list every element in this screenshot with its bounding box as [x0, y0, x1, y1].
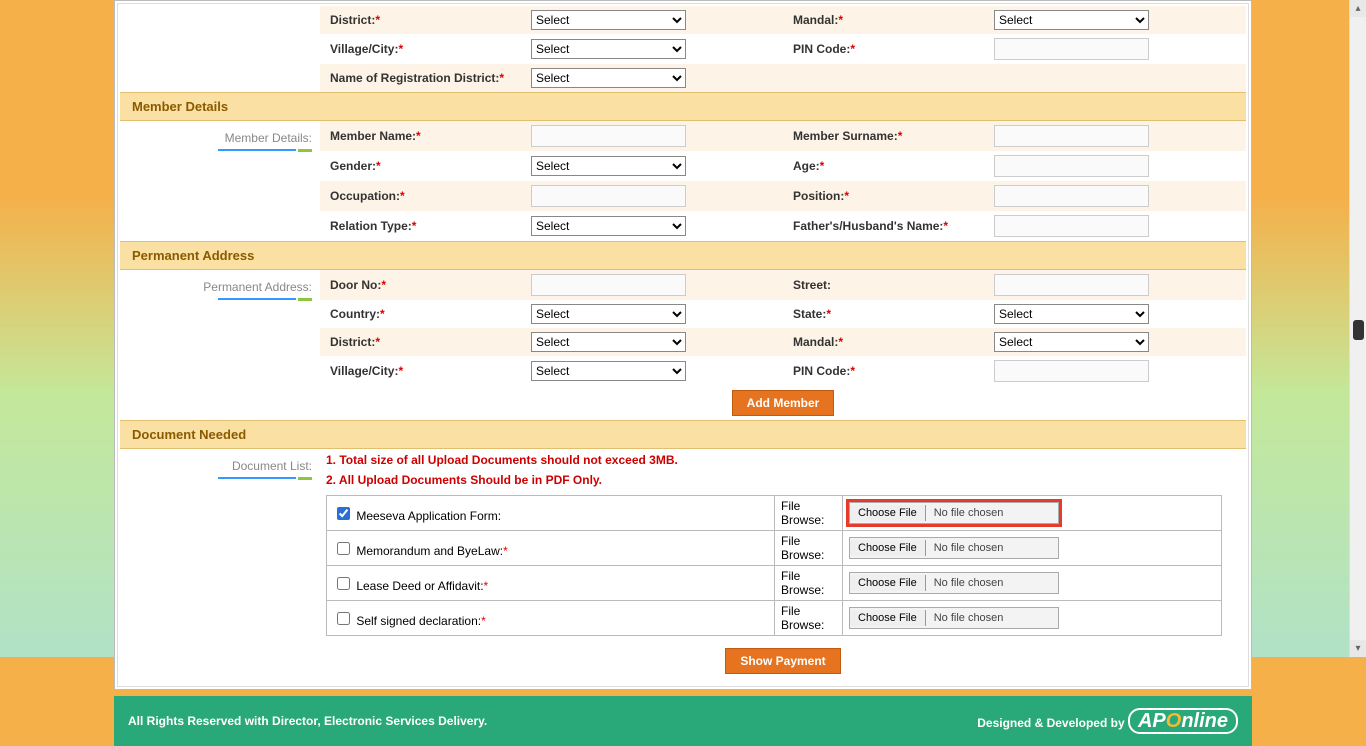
scroll-down-icon[interactable]: ▾: [1350, 640, 1366, 657]
input-occupation[interactable]: [531, 185, 686, 207]
no-file-text: No file chosen: [926, 540, 1012, 556]
select-gender[interactable]: Select: [531, 156, 686, 176]
doc-note-1: 1. Total size of all Upload Documents sh…: [320, 449, 1246, 469]
input-door[interactable]: [531, 274, 686, 296]
side-label-doclist: Document List:: [120, 449, 320, 484]
footer-left: All Rights Reserved with Director, Elect…: [128, 714, 487, 728]
select-regdist[interactable]: Select: [531, 68, 686, 88]
file-input[interactable]: Choose FileNo file chosen: [849, 572, 1059, 594]
choose-file-button[interactable]: Choose File: [850, 505, 926, 521]
side-label-address: Permanent Address:: [120, 270, 320, 305]
inner-border: District:* Select Mandal:* Select Villag…: [117, 3, 1249, 687]
section-document-needed: Document Needed: [120, 420, 1246, 449]
no-file-text: No file chosen: [926, 505, 1012, 521]
scroll-up-icon[interactable]: ▴: [1350, 0, 1366, 17]
page-container: District:* Select Mandal:* Select Villag…: [114, 0, 1252, 690]
choose-file-button[interactable]: Choose File: [850, 540, 926, 556]
select-addr-mandal[interactable]: Select: [994, 332, 1149, 352]
input-member-name[interactable]: [531, 125, 686, 147]
label-member-name: Member Name:*: [326, 129, 531, 143]
label-door: Door No:*: [326, 278, 531, 292]
section-permanent-address: Permanent Address: [120, 241, 1246, 270]
choose-file-button[interactable]: Choose File: [850, 610, 926, 626]
add-member-button[interactable]: Add Member: [732, 390, 835, 416]
doc-row: Lease Deed or Affidavit:*File Browse:Cho…: [327, 566, 1222, 601]
file-input[interactable]: Choose FileNo file chosen: [849, 607, 1059, 629]
input-member-surname[interactable]: [994, 125, 1149, 147]
label-father: Father's/Husband's Name:*: [789, 219, 994, 233]
input-father[interactable]: [994, 215, 1149, 237]
label-street: Street:: [789, 278, 994, 292]
select-addr-district[interactable]: Select: [531, 332, 686, 352]
label-district: District:*: [326, 13, 531, 27]
document-table: Meeseva Application Form: File Browse: Cho…: [326, 495, 1222, 636]
aponline-logo: APOnline: [1128, 708, 1238, 734]
no-file-text: No file chosen: [926, 575, 1012, 591]
label-addr-mandal: Mandal:*: [789, 335, 994, 349]
label-age: Age:*: [789, 159, 994, 173]
no-file-text: No file chosen: [926, 610, 1012, 626]
doc-label: Memorandum and ByeLaw:: [353, 544, 503, 558]
file-browse-label: File Browse:: [775, 601, 843, 636]
footer-right: Designed & Developed by APOnline: [977, 708, 1238, 734]
label-relation: Relation Type:*: [326, 219, 531, 233]
select-addr-village[interactable]: Select: [531, 361, 686, 381]
label-occupation: Occupation:*: [326, 189, 531, 203]
scroll-thumb[interactable]: [1353, 320, 1364, 340]
label-position: Position:*: [789, 189, 994, 203]
section-member-details: Member Details: [120, 92, 1246, 121]
label-addr-district: District:*: [326, 335, 531, 349]
label-mandal: Mandal:*: [789, 13, 994, 27]
file-input[interactable]: Choose FileNo file chosen: [849, 502, 1059, 524]
label-village: Village/City:*: [326, 42, 531, 56]
file-browse-label: File Browse:: [775, 531, 843, 566]
doc-row: Self signed declaration:*File Browse:Cho…: [327, 601, 1222, 636]
label-gender: Gender:*: [326, 159, 531, 173]
label-country: Country:*: [326, 307, 531, 321]
input-age[interactable]: [994, 155, 1149, 177]
doc-label: Lease Deed or Affidavit:: [353, 579, 484, 593]
label-member-surname: Member Surname:*: [789, 129, 994, 143]
doc-checkbox[interactable]: [337, 507, 350, 520]
label-pin: PIN Code:*: [789, 42, 994, 56]
input-pin[interactable]: [994, 38, 1149, 60]
show-payment-button[interactable]: Show Payment: [725, 648, 840, 674]
input-addr-pin[interactable]: [994, 360, 1149, 382]
doc-note-2: 2. All Upload Documents Should be in PDF…: [320, 469, 1246, 489]
file-browse-label: File Browse:: [775, 496, 843, 531]
file-browse-label: File Browse:: [775, 566, 843, 601]
select-village[interactable]: Select: [531, 39, 686, 59]
scrollbar[interactable]: ▴ ▾: [1349, 0, 1366, 657]
doc-checkbox[interactable]: [337, 542, 350, 555]
select-relation[interactable]: Select: [531, 216, 686, 236]
choose-file-button[interactable]: Choose File: [850, 575, 926, 591]
label-addr-pin: PIN Code:*: [789, 364, 994, 378]
footer: All Rights Reserved with Director, Elect…: [114, 696, 1252, 746]
doc-checkbox[interactable]: [337, 612, 350, 625]
doc-row: Memorandum and ByeLaw:*File Browse:Choos…: [327, 531, 1222, 566]
label-addr-village: Village/City:*: [326, 364, 531, 378]
doc-label: Self signed declaration:: [353, 614, 481, 628]
file-input[interactable]: Choose FileNo file chosen: [849, 537, 1059, 559]
label-state: State:*: [789, 307, 994, 321]
doc-row: Meeseva Application Form: File Browse: Cho…: [327, 496, 1222, 531]
label-regdist: Name of Registration District:*: [326, 71, 531, 85]
select-country[interactable]: Select: [531, 304, 686, 324]
select-district[interactable]: Select: [531, 10, 686, 30]
side-label-member: Member Details:: [120, 121, 320, 156]
select-state[interactable]: Select: [994, 304, 1149, 324]
input-street[interactable]: [994, 274, 1149, 296]
doc-checkbox[interactable]: [337, 577, 350, 590]
select-mandal[interactable]: Select: [994, 10, 1149, 30]
input-position[interactable]: [994, 185, 1149, 207]
doc-label: Meeseva Application Form:: [353, 509, 501, 523]
